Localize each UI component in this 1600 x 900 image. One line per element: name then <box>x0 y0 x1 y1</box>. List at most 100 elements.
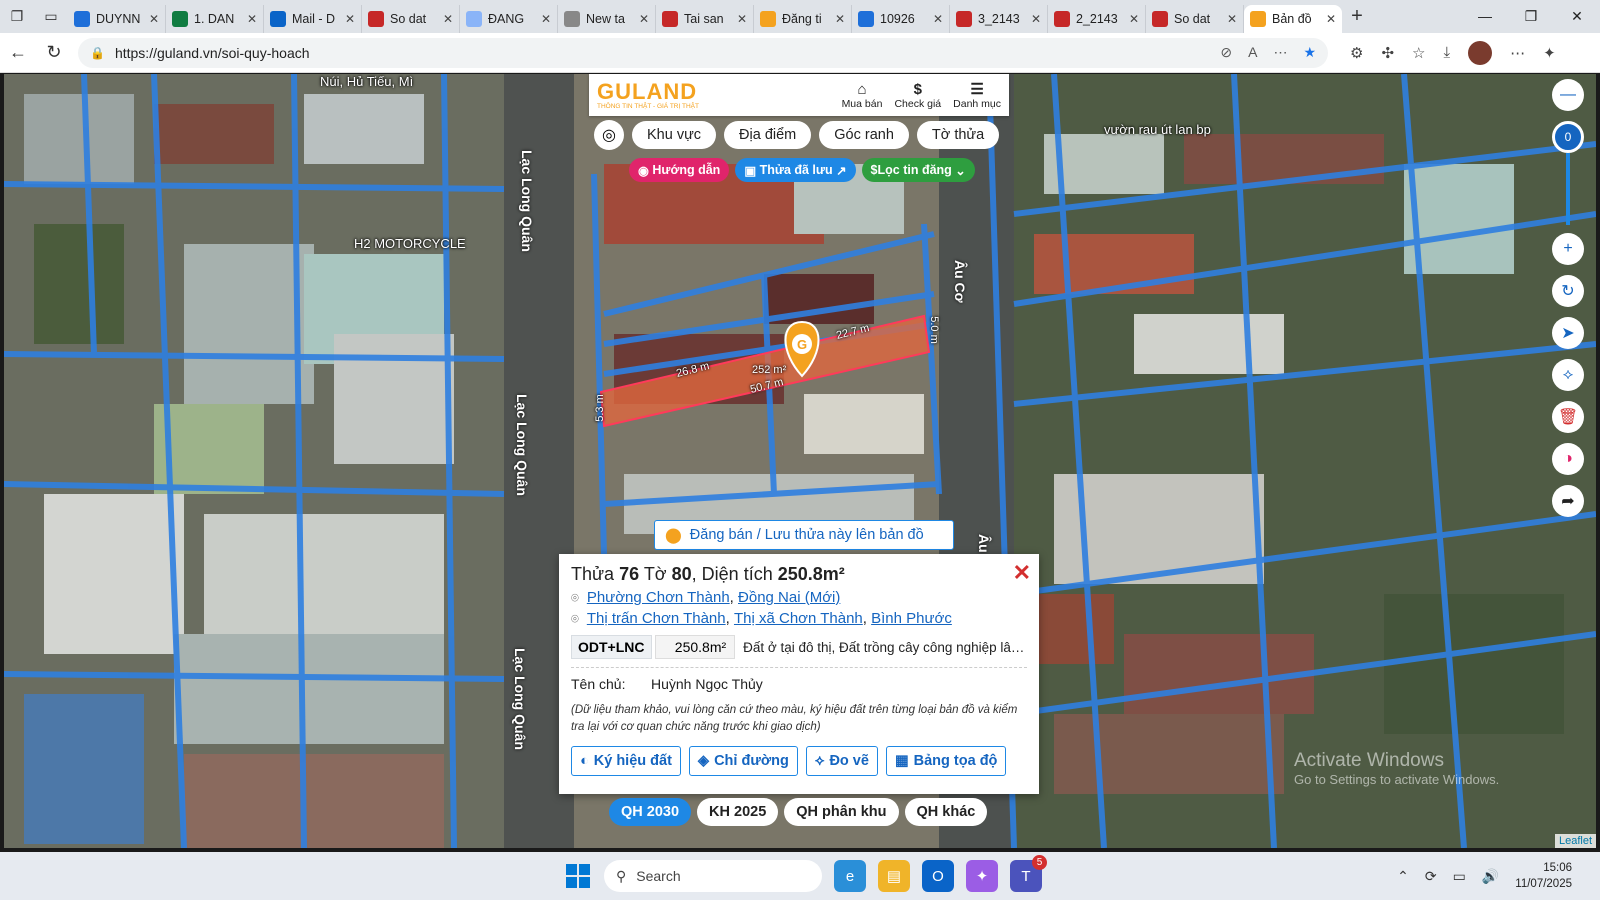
edge-icon[interactable]: e <box>834 860 866 892</box>
zoom-slider[interactable] <box>1566 153 1570 225</box>
restore-icon[interactable]: ❐ <box>1508 8 1554 25</box>
tab-close-icon[interactable]: ✕ <box>1031 12 1041 26</box>
minimize-icon[interactable]: — <box>1462 8 1508 25</box>
tab-close-icon[interactable]: ✕ <box>1227 12 1237 26</box>
guland-menu-item[interactable]: ⌂ Mua bán <box>842 81 883 110</box>
copilot-app-icon[interactable]: ✦ <box>966 860 998 892</box>
favorite-star-icon[interactable]: ★ <box>1303 44 1316 61</box>
planning-tab[interactable]: KH 2025 <box>697 798 779 826</box>
vuon-label[interactable]: vườn rau út lan bp <box>1104 122 1211 137</box>
taskbar-search[interactable]: ⚲ Search <box>604 860 822 892</box>
chevron-up-icon[interactable]: ⌃ <box>1397 868 1409 885</box>
zoom-out-icon[interactable]: — <box>1552 79 1584 111</box>
tracking-icon[interactable]: ⊘ <box>1220 44 1232 61</box>
more-page-icon[interactable]: ⋯ <box>1273 44 1287 61</box>
tab-close-icon[interactable]: ✕ <box>933 12 943 26</box>
teams-icon[interactable]: T5 <box>1010 855 1047 892</box>
motorcycle-label[interactable]: H2 MOTORCYCLE <box>354 236 466 251</box>
browser-tab[interactable]: Mail - D ✕ <box>264 4 362 33</box>
zoom-level[interactable]: 0 <box>1552 121 1584 153</box>
link-binh-phuoc[interactable]: Bình Phước <box>871 610 952 627</box>
place-label[interactable]: Núi, Hủ Tiếu, Mì <box>320 74 413 89</box>
browser-tab[interactable]: So dat ✕ <box>362 4 460 33</box>
browser-tab[interactable]: New ta ✕ <box>558 4 656 33</box>
tab-close-icon[interactable]: ✕ <box>639 12 649 26</box>
windows-start-icon[interactable] <box>566 864 590 888</box>
browser-tab[interactable]: So dat ✕ <box>1146 4 1244 33</box>
tab-close-icon[interactable]: ✕ <box>443 12 453 26</box>
url-field[interactable]: 🔒 https://guland.vn/soi-quy-hoach ⊘ A ⋯ … <box>78 37 1328 68</box>
filter-pill[interactable]: Góc ranh <box>819 121 909 149</box>
huong-dan-button[interactable]: ◉ Hướng dẫn <box>629 158 730 182</box>
downloads-icon[interactable]: ⤓ <box>1443 44 1450 61</box>
browser-tab[interactable]: 1. DAN ✕ <box>166 4 264 33</box>
tab-close-icon[interactable]: ✕ <box>737 12 747 26</box>
outlook-icon[interactable]: O <box>922 860 954 892</box>
tab-close-icon[interactable]: ✕ <box>247 12 257 26</box>
close-window-icon[interactable]: ✕ <box>1554 8 1600 25</box>
guland-menu-item[interactable]: $ Check giá <box>894 81 941 110</box>
dang-ban-button[interactable]: ⬤ Đăng bán / Lưu thửa này lên bản đồ <box>654 520 954 550</box>
filter-pill[interactable]: Khu vực <box>632 121 717 149</box>
trash-icon[interactable]: 🗑 <box>1552 401 1584 433</box>
browser-tab[interactable]: ĐANG ✕ <box>460 4 558 33</box>
guland-logo[interactable]: GULAND THÔNG TIN THẬT - GIÁ TRỊ THẬT <box>597 80 699 110</box>
guland-menu-item[interactable]: ☰ Danh mục <box>953 81 1001 110</box>
thua-da-luu-button[interactable]: ▣ Thửa đã lưu ↗ <box>735 158 856 182</box>
planning-tab[interactable]: QH 2030 <box>609 798 692 826</box>
clock[interactable]: 15:06 11/07/2025 <box>1515 860 1572 892</box>
copilot-icon[interactable]: ✦ <box>1543 44 1556 62</box>
filter-pill[interactable]: Tờ thửa <box>916 121 1000 149</box>
leaflet-attribution[interactable]: Leaflet <box>1554 834 1596 848</box>
bang-toa-do-button[interactable]: ▦ Bảng tọa độ <box>885 746 1007 776</box>
tab-close-icon[interactable]: ✕ <box>835 12 845 26</box>
browser-tab[interactable]: 10926 ✕ <box>852 4 950 33</box>
measure-icon[interactable]: ⟡ <box>1552 359 1584 391</box>
link-phuong[interactable]: Phường Chơn Thành <box>587 589 730 606</box>
close-icon[interactable]: ✕ <box>1013 560 1031 586</box>
navigate-icon[interactable]: ➤ <box>1552 317 1584 349</box>
tab-close-icon[interactable]: ✕ <box>541 12 551 26</box>
display-icon[interactable]: ▭ <box>1453 868 1466 885</box>
read-aloud-icon[interactable]: A <box>1248 44 1257 61</box>
browser-tab[interactable]: DUYNN ✕ <box>68 4 166 33</box>
loc-tin-dang-button[interactable]: $ Lọc tin đăng ⌄ <box>861 158 975 182</box>
tab-close-icon[interactable]: ✕ <box>345 12 355 26</box>
ky-hieu-dat-button[interactable]: ◐ Ký hiệu đất <box>571 746 681 776</box>
browser-tab[interactable]: 3_2143 ✕ <box>950 4 1048 33</box>
settings-more-icon[interactable]: ⋯ <box>1510 44 1525 62</box>
lock-icon[interactable]: 🔒 <box>90 46 105 60</box>
my-location-icon[interactable]: ◎ <box>594 120 624 150</box>
zoom-in-icon[interactable]: + <box>1552 233 1584 265</box>
new-tab-button[interactable]: + <box>1342 5 1372 28</box>
volume-icon[interactable]: 🔊 <box>1482 868 1499 885</box>
browser-tab[interactable]: 2_2143 ✕ <box>1048 4 1146 33</box>
file-explorer-icon[interactable]: ▤ <box>878 860 910 892</box>
tab-close-icon[interactable]: ✕ <box>1326 12 1336 26</box>
back-icon[interactable]: ← <box>0 42 36 63</box>
browser-tab[interactable]: Tai san ✕ <box>656 4 754 33</box>
palette-icon[interactable]: ◑ <box>1552 443 1584 475</box>
map-view[interactable]: G Núi, Hủ Tiếu, Mì H2 MOTORCYCLE vườn ra… <box>4 74 1596 848</box>
share-icon[interactable]: ➦ <box>1552 485 1584 517</box>
sync-icon[interactable]: ⟳ <box>1425 868 1437 885</box>
refresh-icon[interactable]: ↻ <box>36 42 72 63</box>
profile-avatar[interactable] <box>1468 40 1493 65</box>
extension-icon[interactable]: ⚙ <box>1350 44 1363 62</box>
tab-close-icon[interactable]: ✕ <box>149 12 159 26</box>
rotate-icon[interactable]: ↻ <box>1552 275 1584 307</box>
do-ve-button[interactable]: ⟡ Đo vẽ <box>805 746 878 776</box>
browser-tab[interactable]: Bản đồ ✕ <box>1244 4 1342 33</box>
favorites-icon[interactable]: ☆ <box>1412 44 1425 62</box>
link-thi-tran[interactable]: Thị trấn Chơn Thành <box>587 610 726 627</box>
link-thi-xa[interactable]: Thị xã Chơn Thành <box>734 610 863 627</box>
tab-actions-icon[interactable]: ▭ <box>34 0 68 33</box>
workspaces-icon[interactable]: ❐ <box>0 0 34 33</box>
browser-tab[interactable]: Đăng ti ✕ <box>754 4 852 33</box>
puzzle-icon[interactable]: ✣ <box>1381 44 1394 62</box>
chi-duong-button[interactable]: ◈ Chỉ đường <box>688 746 798 776</box>
link-tinh[interactable]: Đồng Nai (Mới) <box>738 589 840 606</box>
filter-pill[interactable]: Địa điểm <box>724 121 812 149</box>
planning-tab[interactable]: QH khác <box>904 798 988 826</box>
tab-close-icon[interactable]: ✕ <box>1129 12 1139 26</box>
